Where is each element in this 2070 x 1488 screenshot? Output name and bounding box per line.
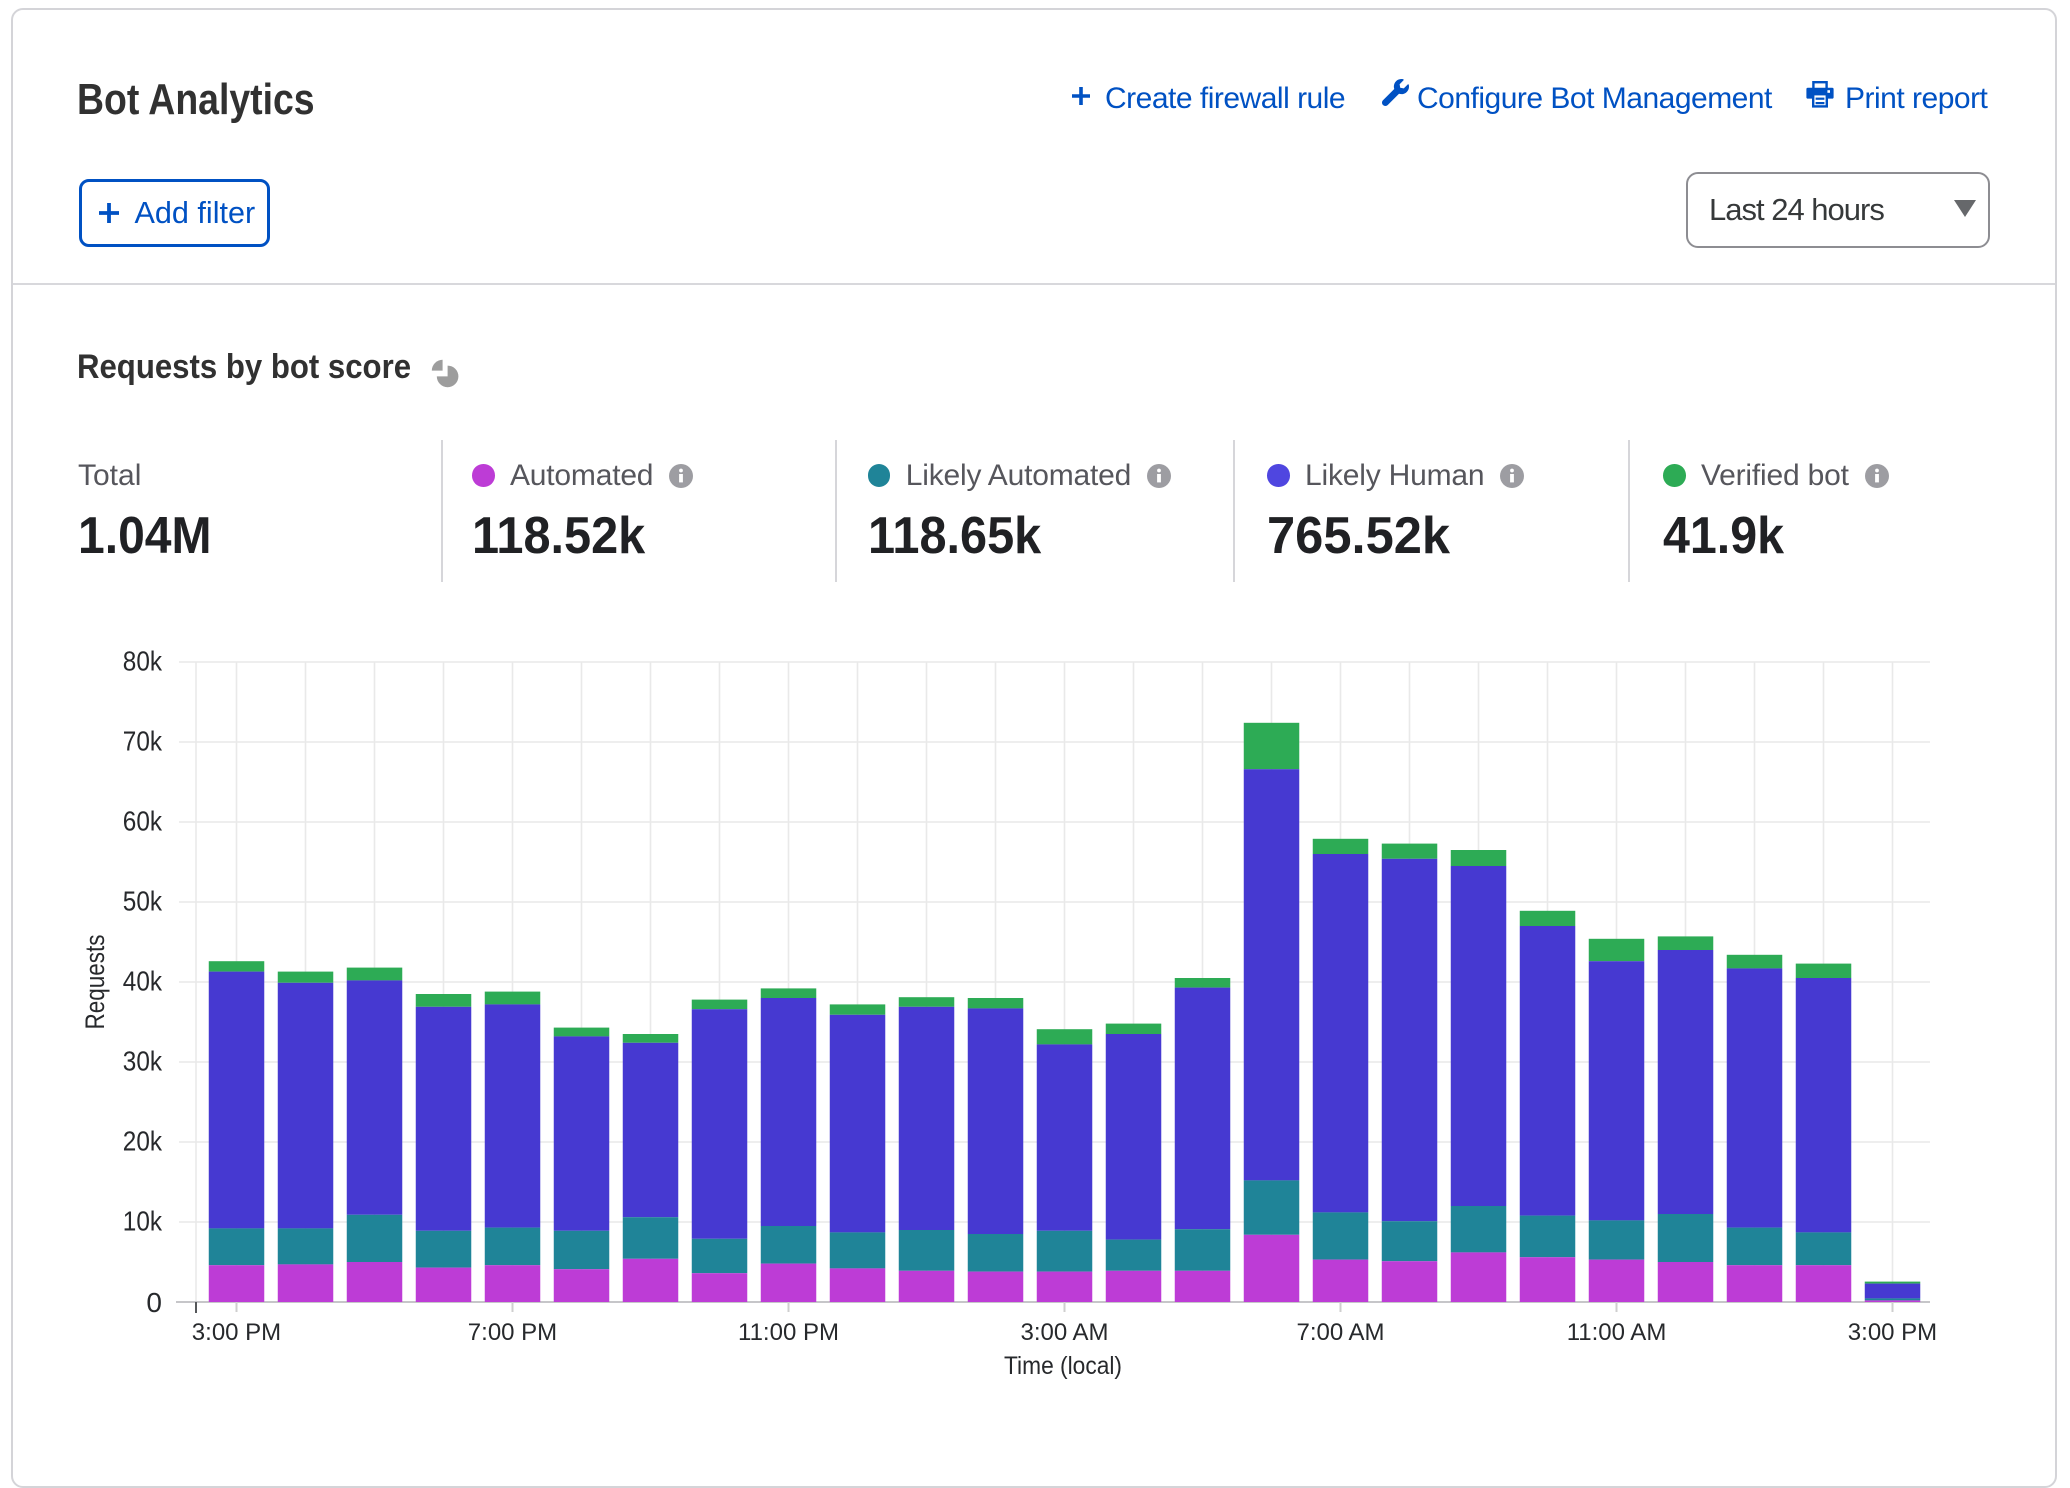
svg-text:3:00 AM: 3:00 AM (1020, 1319, 1108, 1346)
svg-text:3:00 PM: 3:00 PM (1848, 1319, 1937, 1346)
svg-text:7:00 PM: 7:00 PM (468, 1319, 557, 1346)
svg-text:0: 0 (146, 1287, 162, 1318)
svg-text:7:00 AM: 7:00 AM (1296, 1319, 1384, 1346)
svg-text:Requests: Requests (80, 935, 110, 1030)
svg-text:10k: 10k (123, 1206, 163, 1237)
svg-text:60k: 60k (123, 806, 163, 837)
svg-text:11:00 AM: 11:00 AM (1567, 1319, 1667, 1346)
svg-text:Time (local): Time (local) (1004, 1352, 1122, 1380)
svg-text:80k: 80k (123, 646, 163, 677)
svg-text:40k: 40k (123, 966, 163, 997)
svg-text:20k: 20k (123, 1126, 163, 1157)
svg-text:11:00 PM: 11:00 PM (738, 1319, 839, 1346)
svg-text:70k: 70k (123, 726, 163, 757)
svg-text:30k: 30k (123, 1046, 163, 1077)
svg-text:3:00 PM: 3:00 PM (192, 1319, 281, 1346)
svg-text:50k: 50k (123, 886, 163, 917)
